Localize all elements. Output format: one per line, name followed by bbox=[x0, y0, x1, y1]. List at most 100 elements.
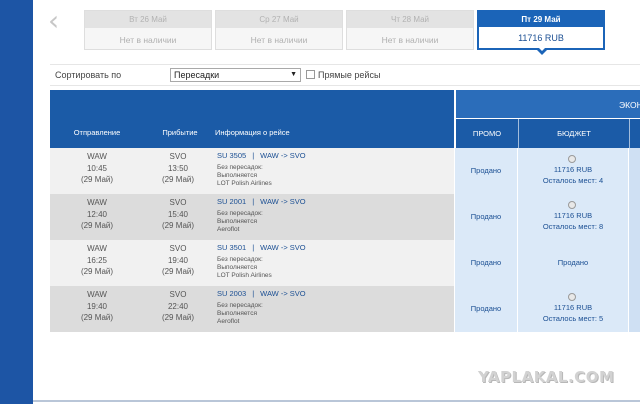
date-availability: Нет в наличии bbox=[250, 35, 308, 45]
budget-seats-left: Осталось мест: 8 bbox=[542, 222, 604, 231]
budget-seats-left: Осталось мест: 4 bbox=[542, 176, 604, 185]
header-main: Отправление Прибытие Информация о рейсе bbox=[50, 90, 454, 148]
departure-time: 16:25 bbox=[86, 255, 108, 265]
chevron-left-icon[interactable]: ‹ bbox=[48, 7, 70, 35]
promo-fare: Продано bbox=[470, 258, 502, 267]
watermark-logo: YAPLAKAL.COM bbox=[478, 368, 615, 386]
next-fare-column bbox=[628, 194, 640, 240]
flight-number[interactable]: SU 3505 bbox=[217, 151, 246, 160]
header-flight-info: Информация о рейсе bbox=[215, 128, 290, 137]
arrival-code: SVO bbox=[169, 152, 187, 161]
direct-flights-label[interactable]: Прямые рейсы bbox=[318, 70, 380, 80]
flight-number-route[interactable]: SU 2003 | WAW -> SVO bbox=[217, 289, 306, 298]
arrival-date: (29 Май) bbox=[161, 313, 195, 322]
table-row: WAW 12:40 (29 Май) SVO 15:40 (29 Май) SU… bbox=[50, 194, 640, 240]
flight-airline: LOT Polish Airlines bbox=[217, 180, 272, 187]
date-tab-selected[interactable]: Пт 29 Май 11716 RUB bbox=[477, 10, 605, 50]
next-fare-column bbox=[628, 240, 640, 286]
flight-airline: Aeroflot bbox=[217, 318, 240, 325]
date-availability: Нет в наличии bbox=[119, 35, 177, 45]
departure-time: 19:40 bbox=[86, 301, 108, 311]
flight-airline: LOT Polish Airlines bbox=[217, 272, 272, 279]
sort-label: Сортировать по bbox=[55, 70, 122, 80]
header-fares: ПРОМО БЮДЖЕТ bbox=[455, 119, 640, 148]
date-label: Ср 27 Май bbox=[216, 11, 342, 28]
bottom-divider bbox=[33, 400, 640, 402]
arrival-cell: SVO 15:40 (29 Май) bbox=[153, 197, 203, 232]
flight-details: WAW 19:40 (29 Май) SVO 22:40 (29 Май) SU… bbox=[50, 286, 454, 332]
arrival-time: 15:40 bbox=[167, 209, 189, 219]
departure-code: WAW bbox=[87, 244, 107, 253]
flight-airline: Aeroflot bbox=[217, 226, 240, 233]
arrival-date: (29 Май) bbox=[161, 267, 195, 276]
table-row: WAW 10:45 (29 Май) SVO 13:50 (29 Май) SU… bbox=[50, 148, 640, 194]
departure-cell: WAW 16:25 (29 Май) bbox=[72, 243, 122, 278]
departure-date: (29 Май) bbox=[80, 313, 114, 322]
departure-date: (29 Май) bbox=[80, 267, 114, 276]
flight-number[interactable]: SU 3501 bbox=[217, 243, 246, 252]
budget-radio[interactable] bbox=[568, 155, 576, 163]
separator: | bbox=[252, 289, 255, 298]
sort-dropdown[interactable]: Пересадки ▼ bbox=[170, 68, 301, 82]
flight-route: WAW -> SVO bbox=[260, 151, 306, 160]
fare-cells: Продано 11716 RUB Осталось мест: 8 bbox=[455, 194, 640, 240]
flight-number-route[interactable]: SU 2001 | WAW -> SVO bbox=[217, 197, 306, 206]
fare-cells: Продано 11716 RUB Осталось мест: 4 bbox=[455, 148, 640, 194]
date-label: Пт 29 Май bbox=[479, 12, 603, 27]
date-tab-1[interactable]: Вт 26 Май Нет в наличии bbox=[84, 10, 212, 50]
budget-fare-sold: Продано bbox=[557, 258, 589, 267]
promo-fare: Продано bbox=[470, 166, 502, 175]
arrival-date: (29 Май) bbox=[161, 175, 195, 184]
table-row: WAW 16:25 (29 Май) SVO 19:40 (29 Май) SU… bbox=[50, 240, 640, 286]
flight-number[interactable]: SU 2003 bbox=[217, 289, 246, 298]
flights-table-header: Отправление Прибытие Информация о рейсе … bbox=[50, 90, 640, 148]
arrival-date: (29 Май) bbox=[161, 221, 195, 230]
departure-time: 12:40 bbox=[86, 209, 108, 219]
departure-date: (29 Май) bbox=[80, 221, 114, 230]
flight-number[interactable]: SU 2001 bbox=[217, 197, 246, 206]
header-departure: Отправление bbox=[73, 128, 121, 137]
budget-price: 11716 RUB bbox=[553, 165, 593, 174]
departure-code: WAW bbox=[87, 290, 107, 299]
fare-cells: Продано 11716 RUB Осталось мест: 5 bbox=[455, 286, 640, 332]
promo-fare: Продано bbox=[470, 304, 502, 313]
promo-fare: Продано bbox=[470, 212, 502, 221]
departure-cell: WAW 19:40 (29 Май) bbox=[72, 289, 122, 324]
arrival-cell: SVO 22:40 (29 Май) bbox=[153, 289, 203, 324]
header-class-label: ЭКОН bbox=[619, 100, 640, 110]
header-promo: ПРОМО bbox=[472, 129, 502, 138]
departure-date: (29 Май) bbox=[80, 175, 114, 184]
date-tab-2[interactable]: Ср 27 Май Нет в наличии bbox=[215, 10, 343, 50]
budget-radio[interactable] bbox=[568, 201, 576, 209]
selected-date-pointer bbox=[536, 47, 548, 55]
date-price: 11716 RUB bbox=[518, 33, 564, 43]
date-label: Вт 26 Май bbox=[85, 11, 211, 28]
departure-cell: WAW 12:40 (29 Май) bbox=[72, 197, 122, 232]
budget-price: 11716 RUB bbox=[553, 211, 593, 220]
budget-seats-left: Осталось мест: 5 bbox=[542, 314, 604, 323]
flight-route: WAW -> SVO bbox=[260, 243, 306, 252]
departure-time: 10:45 bbox=[86, 163, 108, 173]
budget-radio[interactable] bbox=[568, 293, 576, 301]
flight-details: WAW 12:40 (29 Май) SVO 15:40 (29 Май) SU… bbox=[50, 194, 454, 240]
separator: | bbox=[252, 197, 255, 206]
flight-route: WAW -> SVO bbox=[260, 197, 306, 206]
arrival-time: 22:40 bbox=[167, 301, 189, 311]
fare-cells: Продано Продано bbox=[455, 240, 640, 286]
arrival-time: 13:50 bbox=[167, 163, 189, 173]
departure-code: WAW bbox=[87, 198, 107, 207]
budget-price: 11716 RUB bbox=[553, 303, 593, 312]
arrival-cell: SVO 19:40 (29 Май) bbox=[153, 243, 203, 278]
flight-number-route[interactable]: SU 3501 | WAW -> SVO bbox=[217, 243, 306, 252]
flight-route: WAW -> SVO bbox=[260, 289, 306, 298]
header-class: ЭКОН bbox=[455, 90, 640, 118]
header-arrival: Прибытие bbox=[162, 128, 198, 137]
date-tab-3[interactable]: Чт 28 Май Нет в наличии bbox=[346, 10, 474, 50]
direct-flights-checkbox[interactable] bbox=[306, 70, 315, 79]
flight-details: WAW 10:45 (29 Май) SVO 13:50 (29 Май) SU… bbox=[50, 148, 454, 194]
header-divider bbox=[629, 119, 630, 148]
sort-selected-value: Пересадки bbox=[174, 70, 220, 80]
arrival-cell: SVO 13:50 (29 Май) bbox=[153, 151, 203, 186]
flight-number-route[interactable]: SU 3505 | WAW -> SVO bbox=[217, 151, 306, 160]
departure-cell: WAW 10:45 (29 Май) bbox=[72, 151, 122, 186]
